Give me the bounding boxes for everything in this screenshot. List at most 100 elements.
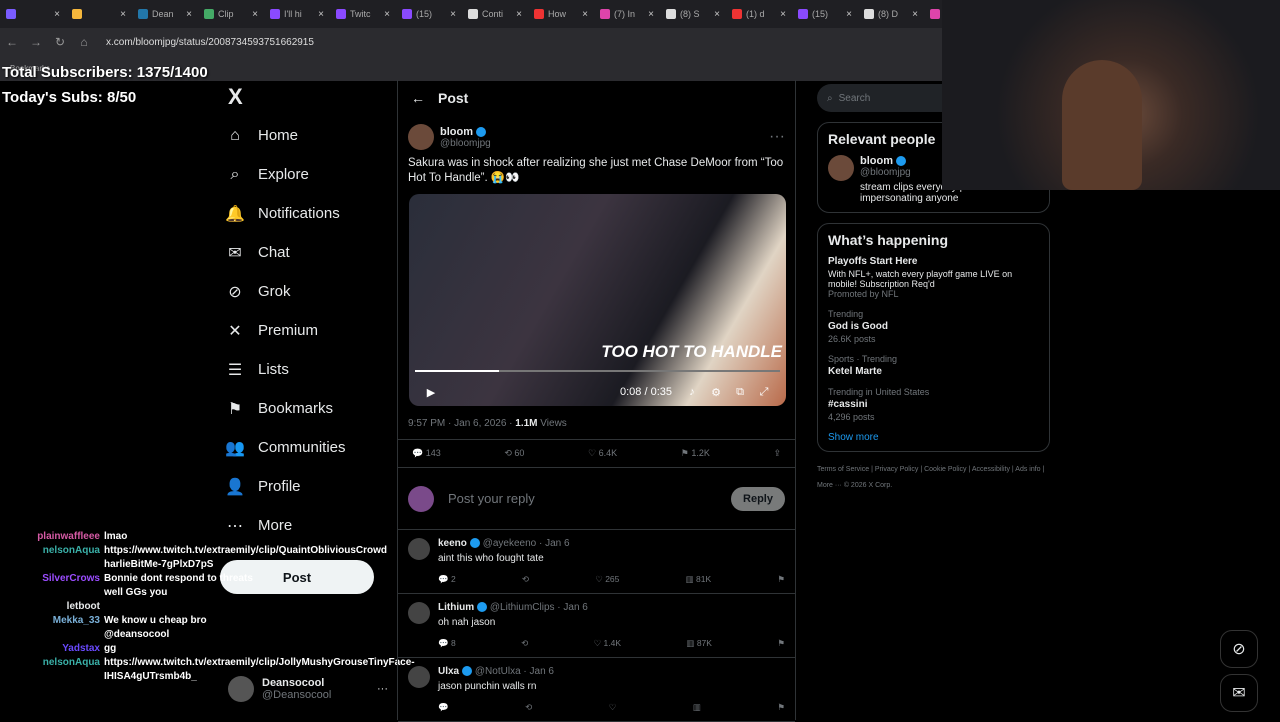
reply-author[interactable]: keeno bbox=[438, 538, 467, 549]
person-name[interactable]: bloom bbox=[860, 155, 893, 167]
like-action[interactable]: ♡ 265 bbox=[595, 574, 619, 585]
views-action[interactable]: ▥ bbox=[693, 702, 701, 713]
browser-tab[interactable]: I'll hi × bbox=[264, 3, 330, 25]
reply-button[interactable]: Reply bbox=[731, 486, 785, 511]
nav-item-bookmarks[interactable]: ⚑ Bookmarks bbox=[220, 389, 390, 428]
settings-icon[interactable]: ⚙ bbox=[704, 386, 728, 399]
close-icon[interactable]: × bbox=[120, 9, 126, 20]
bookmark-icon[interactable]: ⚑ bbox=[777, 574, 785, 585]
close-icon[interactable]: × bbox=[54, 9, 60, 20]
close-icon[interactable]: × bbox=[516, 9, 522, 20]
grok-icon[interactable]: ⊘ bbox=[1220, 630, 1258, 668]
reply-author[interactable]: Ulxa bbox=[438, 666, 459, 677]
trend-item[interactable]: Sports · Trending Ketel Marte bbox=[828, 354, 1039, 377]
close-icon[interactable]: × bbox=[912, 9, 918, 20]
close-icon[interactable]: × bbox=[318, 9, 324, 20]
reload-icon[interactable]: ↻ bbox=[48, 35, 72, 49]
views-action[interactable]: ▥ 87K bbox=[686, 638, 712, 649]
browser-tab[interactable]: × bbox=[0, 3, 66, 25]
browser-tab[interactable]: How × bbox=[528, 3, 594, 25]
repost-action[interactable]: ⟲ 60 bbox=[504, 448, 524, 459]
forward-icon[interactable]: → bbox=[24, 35, 48, 49]
like-action[interactable]: ♡ 1.4K bbox=[594, 638, 621, 649]
show-more-link[interactable]: Show more bbox=[828, 432, 1039, 443]
trend-item[interactable]: Trending God is Good 26.6K posts bbox=[828, 309, 1039, 344]
browser-tab[interactable]: × bbox=[66, 3, 132, 25]
nav-item-explore[interactable]: ⌕ Explore bbox=[220, 155, 390, 194]
close-icon[interactable]: × bbox=[714, 9, 720, 20]
messages-icon[interactable]: ✉ bbox=[1220, 674, 1258, 712]
nav-item-profile[interactable]: 👤 Profile bbox=[220, 467, 390, 506]
reply-author[interactable]: Lithium bbox=[438, 602, 474, 613]
reply-action[interactable]: 💬 143 bbox=[412, 448, 441, 459]
volume-icon[interactable]: ♪ bbox=[680, 386, 704, 398]
avatar[interactable] bbox=[408, 666, 430, 688]
avatar[interactable] bbox=[828, 155, 854, 181]
home-icon[interactable]: ⌂ bbox=[72, 35, 96, 49]
nav-item-notifications[interactable]: 🔔 Notifications bbox=[220, 194, 390, 233]
close-icon[interactable]: × bbox=[384, 9, 390, 20]
chat-username[interactable]: nelsonAqua bbox=[0, 656, 104, 684]
video-player[interactable]: TOO HOT TO HANDLE ▶ 0:08 / 0:35 ♪ ⚙ ⧉ ⤢ bbox=[409, 194, 786, 406]
browser-tab[interactable]: (1) d × bbox=[726, 3, 792, 25]
back-icon[interactable]: ← bbox=[0, 35, 24, 49]
browser-tab[interactable]: (7) In× bbox=[924, 3, 942, 25]
browser-tab[interactable]: (8) S × bbox=[660, 3, 726, 25]
more-icon[interactable]: ··· bbox=[769, 128, 785, 146]
browser-tab[interactable]: Dean × bbox=[132, 3, 198, 25]
chat-username[interactable]: Yadstax bbox=[0, 642, 104, 656]
like-action[interactable]: ♡ bbox=[609, 702, 617, 713]
reply-action[interactable]: 💬 2 bbox=[438, 574, 456, 585]
close-icon[interactable]: × bbox=[780, 9, 786, 20]
account-switcher[interactable]: Deansocool @Deansocool ··· bbox=[228, 674, 388, 704]
close-icon[interactable]: × bbox=[252, 9, 258, 20]
like-action[interactable]: ♡ 6.4K bbox=[588, 448, 617, 459]
chat-username[interactable]: plainwaffleee bbox=[0, 530, 104, 544]
browser-tab[interactable]: Conti × bbox=[462, 3, 528, 25]
reply-item[interactable]: Lithium @LithiumClips · Jan 6 oh nah jaso… bbox=[398, 594, 795, 658]
browser-tab[interactable]: (7) In× bbox=[594, 3, 660, 25]
close-icon[interactable]: × bbox=[186, 9, 192, 20]
url-field[interactable]: x.com/bloomjpg/status/200873459375166291… bbox=[106, 37, 314, 48]
pip-icon[interactable]: ⧉ bbox=[728, 386, 752, 399]
repost-icon[interactable]: ⟲ bbox=[521, 638, 528, 649]
footer-links[interactable]: Terms of Service | Privacy Policy | Cook… bbox=[817, 462, 1050, 494]
avatar[interactable] bbox=[408, 602, 430, 624]
video-progress[interactable] bbox=[415, 370, 780, 372]
nav-item-grok[interactable]: ⊘ Grok bbox=[220, 272, 390, 311]
browser-tab[interactable]: (15) × bbox=[792, 3, 858, 25]
share-icon[interactable]: ⇪ bbox=[773, 448, 781, 459]
fullscreen-icon[interactable]: ⤢ bbox=[752, 386, 776, 399]
bookmark-action[interactable]: ⚑ 1.2K bbox=[681, 448, 710, 459]
reply-action[interactable]: 💬 8 bbox=[438, 638, 456, 649]
browser-tab[interactable]: Twitc × bbox=[330, 3, 396, 25]
chat-username[interactable]: nelsonAqua bbox=[0, 544, 104, 572]
tweet-handle[interactable]: @bloomjpg bbox=[440, 138, 491, 149]
chat-username[interactable]: letboot bbox=[0, 600, 104, 614]
nav-item-home[interactable]: ⌂ Home bbox=[220, 116, 390, 155]
close-icon[interactable]: × bbox=[582, 9, 588, 20]
browser-tab[interactable]: (8) D × bbox=[858, 3, 924, 25]
reply-item[interactable]: keeno @ayekeeno · Jan 6 aint this who fou… bbox=[398, 530, 795, 594]
views-action[interactable]: ▥ 81K bbox=[686, 574, 712, 585]
play-icon[interactable]: ▶ bbox=[419, 386, 443, 399]
avatar[interactable] bbox=[408, 124, 434, 150]
chat-username[interactable]: Mekka_33 bbox=[0, 614, 104, 642]
back-arrow-icon[interactable]: ← bbox=[398, 90, 438, 106]
repost-icon[interactable]: ⟲ bbox=[522, 574, 529, 585]
nav-item-chat[interactable]: ✉ Chat bbox=[220, 233, 390, 272]
nav-item-communities[interactable]: 👥 Communities bbox=[220, 428, 390, 467]
reply-action[interactable]: 💬 bbox=[438, 702, 449, 713]
repost-icon[interactable]: ⟲ bbox=[525, 702, 532, 713]
close-icon[interactable]: × bbox=[450, 9, 456, 20]
close-icon[interactable]: × bbox=[846, 9, 852, 20]
reply-item[interactable]: Ulxa @NotUlxa · Jan 6 jason punchin walls… bbox=[398, 658, 795, 722]
more-icon[interactable]: ··· bbox=[377, 683, 388, 695]
reply-input[interactable]: Post your reply bbox=[448, 491, 731, 506]
chat-username[interactable]: SilverCrows bbox=[0, 572, 104, 600]
avatar[interactable] bbox=[408, 538, 430, 560]
bookmark-icon[interactable]: ⚑ bbox=[777, 638, 785, 649]
tweet-author[interactable]: bloom bbox=[440, 126, 473, 138]
x-logo[interactable]: X bbox=[220, 84, 390, 116]
close-icon[interactable]: × bbox=[648, 9, 654, 20]
